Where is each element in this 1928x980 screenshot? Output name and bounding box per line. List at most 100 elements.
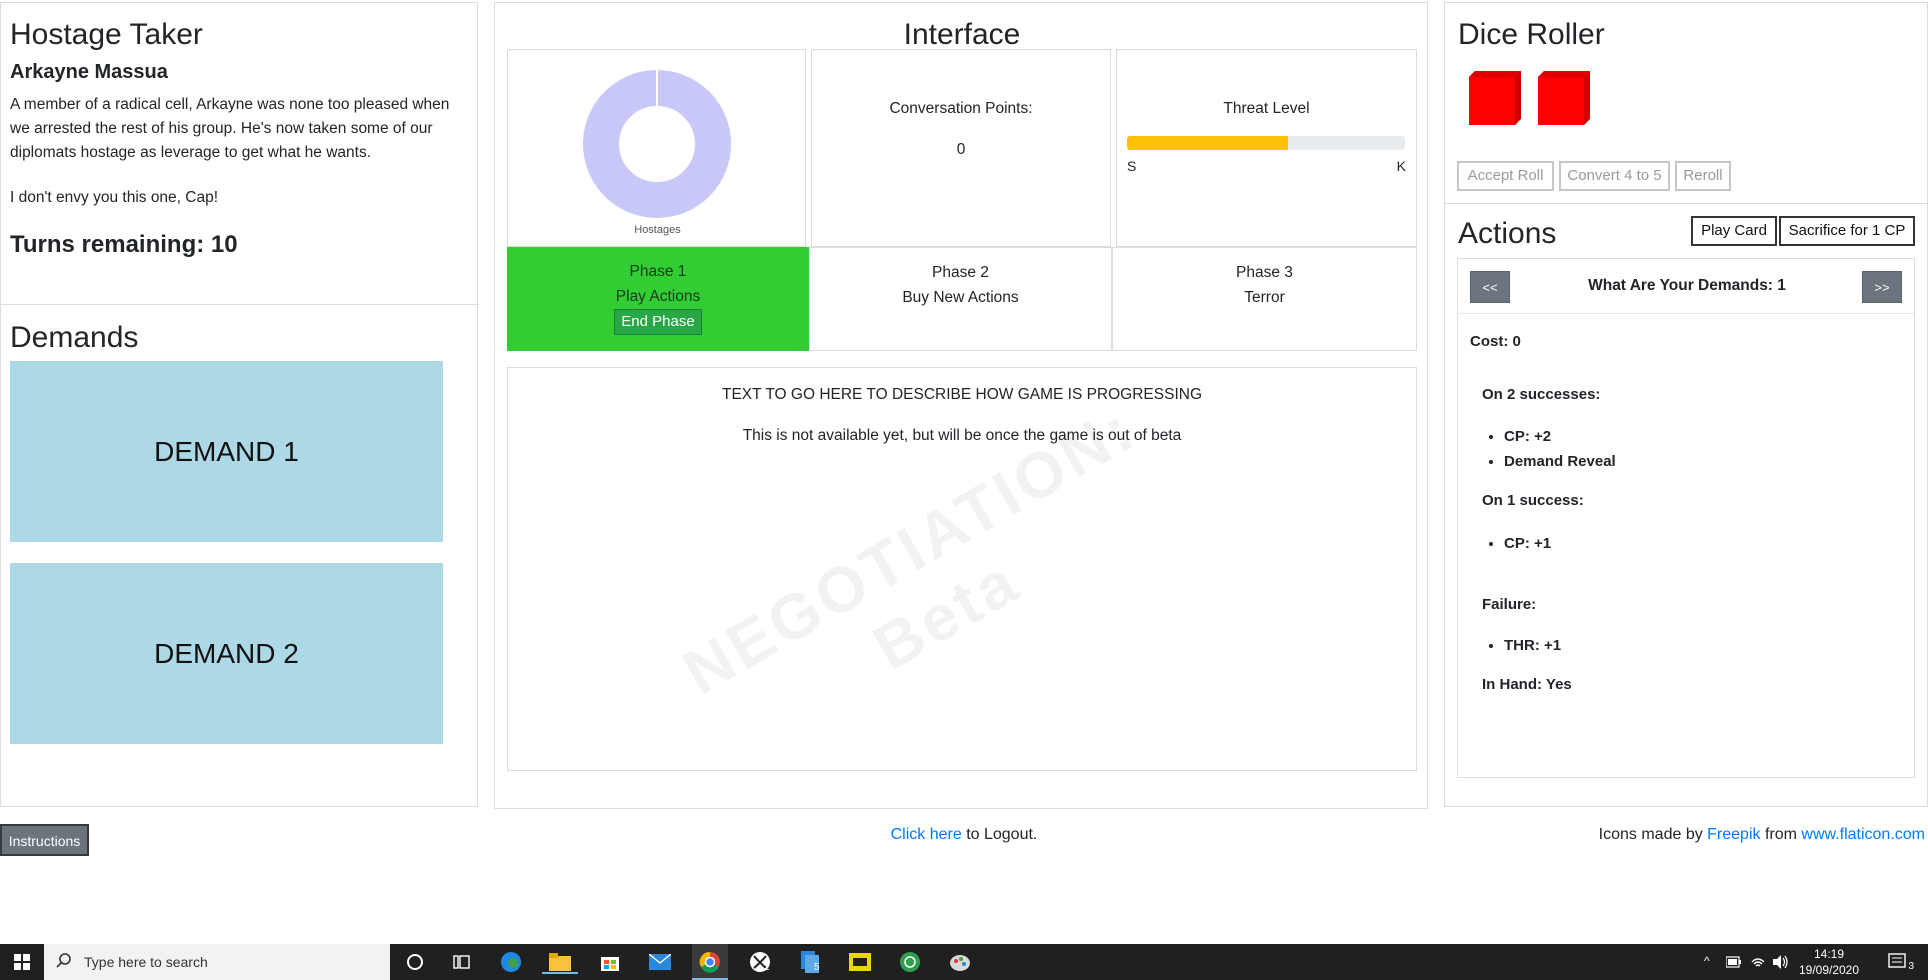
actions-title: Actions — [1458, 217, 1557, 250]
system-tray: ^ 14:19 19/09/2020 3 — [1688, 944, 1928, 980]
edge-browser-icon[interactable] — [499, 950, 523, 974]
credits-mid: from — [1760, 826, 1802, 843]
action-card-header: << What Are Your Demands: 1 >> — [1458, 259, 1914, 314]
accept-roll-button[interactable]: Accept Roll — [1457, 161, 1554, 191]
list-item: CP: +1 — [1504, 531, 1551, 556]
phase-3-name: Phase 3 — [1236, 264, 1293, 281]
action-card: << What Are Your Demands: 1 >> Cost: 0 O… — [1457, 258, 1915, 778]
cortana-icon[interactable] — [403, 950, 427, 974]
threat-max-label: K — [1396, 158, 1406, 174]
game-progress-box: TEXT TO GO HERE TO DESCRIBE HOW GAME IS … — [507, 367, 1417, 771]
notification-count: 3 — [1908, 961, 1914, 972]
list-item: CP: +2 — [1504, 424, 1616, 449]
search-placeholder: Type here to search — [84, 954, 208, 970]
phase-3-cell: Phase 3 Terror — [1112, 247, 1417, 351]
phase-2-cell: Phase 2 Buy New Actions — [809, 247, 1112, 351]
hostages-donut-chart — [583, 70, 731, 218]
paint-icon[interactable] — [948, 950, 972, 974]
conversation-points-cell: Conversation Points: 0 — [811, 49, 1111, 247]
volume-icon[interactable] — [1772, 954, 1790, 970]
phase-1-name: Phase 1 — [629, 263, 687, 280]
threat-level-label: Threat Level — [1223, 100, 1310, 117]
previous-card-button[interactable]: << — [1470, 271, 1510, 303]
phase-3-desc: Terror — [1244, 289, 1285, 306]
freepik-link[interactable]: Freepik — [1707, 826, 1760, 843]
taskbar-search-box[interactable]: Type here to search — [44, 944, 390, 980]
left-divider — [1, 304, 479, 305]
demand-card-2[interactable]: DEMAND 2 — [10, 563, 443, 744]
icon-credits: Icons made by Freepik from www.flaticon.… — [1599, 826, 1925, 844]
red-die-icon — [1538, 71, 1590, 125]
threat-min-label: S — [1127, 158, 1137, 174]
on-1-success-list: CP: +1 — [1482, 531, 1551, 556]
file-explorer-icon[interactable] — [542, 950, 578, 974]
turns-remaining: Turns remaining: 10 — [10, 231, 238, 259]
windows-taskbar: Type here to search 2 5 ^ 14:19 19/09/20… — [0, 944, 1928, 980]
next-card-button[interactable]: >> — [1862, 271, 1902, 303]
hostage-taker-title: Hostage Taker — [10, 18, 203, 51]
demand-card-1[interactable]: DEMAND 1 — [10, 361, 443, 542]
hostages-cell: Hostages — [507, 49, 806, 247]
hostages-label: Hostages — [634, 224, 681, 236]
list-item: Demand Reveal — [1504, 449, 1616, 474]
hostage-quote: I don't envy you this one, Cap! — [10, 189, 219, 206]
game-progress-heading: TEXT TO GO HERE TO DESCRIBE HOW GAME IS … — [721, 386, 1202, 403]
task-view-icon[interactable] — [450, 950, 474, 974]
store-icon[interactable] — [598, 950, 622, 974]
threat-level-cell: Threat Level S K — [1116, 49, 1417, 247]
credits-prefix: Icons made by — [1598, 826, 1708, 843]
failure-label: Failure: — [1482, 596, 1537, 613]
convert-4-to-5-button[interactable]: Convert 4 to 5 — [1559, 161, 1670, 191]
list-item: THR: +1 — [1504, 633, 1561, 658]
demands-title: Demands — [10, 321, 139, 354]
threat-level-bar — [1127, 136, 1405, 150]
wifi-icon[interactable] — [1750, 954, 1766, 970]
dice-roller-title: Dice Roller — [1458, 18, 1605, 51]
xbox-badge: 2 — [764, 962, 770, 973]
flaticon-link[interactable]: www.flaticon.com — [1801, 826, 1925, 843]
notifications-icon[interactable] — [1888, 953, 1908, 971]
play-card-button[interactable]: Play Card — [1691, 216, 1777, 246]
game-progress-note: This is not available yet, but will be o… — [742, 427, 1182, 444]
phase-2-desc: Buy New Actions — [902, 289, 1019, 306]
clock-time[interactable]: 14:19 — [1794, 947, 1864, 961]
logout-text: to Logout. — [961, 826, 1038, 843]
failure-list: THR: +1 — [1482, 633, 1561, 658]
turns-remaining-value: 10 — [210, 231, 238, 258]
phase-2-name: Phase 2 — [932, 264, 989, 281]
phase-1-cell: Phase 1 Play Actions End Phase — [507, 247, 809, 351]
app-green-globe-icon[interactable] — [898, 950, 922, 974]
chrome-icon[interactable] — [692, 944, 728, 980]
reroll-button[interactable]: Reroll — [1675, 161, 1731, 191]
action-cost: Cost: 0 — [1470, 333, 1521, 350]
on-2-successes-label: On 2 successes: — [1482, 386, 1601, 403]
threat-level-fill — [1127, 136, 1289, 150]
app-yellow-icon[interactable] — [848, 950, 872, 974]
on-1-success-label: On 1 success: — [1482, 492, 1584, 509]
phase-1-desc: Play Actions — [615, 288, 701, 305]
in-hand-status: In Hand: Yes — [1482, 676, 1572, 693]
conversation-points-label: Conversation Points: — [889, 100, 1033, 117]
chevron-up-icon[interactable]: ^ — [1704, 954, 1710, 968]
end-phase-button[interactable]: End Phase — [614, 309, 702, 335]
windows-start-icon[interactable] — [0, 944, 44, 980]
explorer-running-indicator — [542, 972, 578, 974]
battery-icon[interactable] — [1726, 956, 1742, 968]
hostage-description: A member of a radical cell, Arkayne was … — [10, 96, 450, 161]
clock-date[interactable]: 19/09/2020 — [1794, 963, 1864, 977]
logout-link[interactable]: Click here — [891, 826, 962, 843]
dice-actions-panel: Dice Roller Accept Roll Convert 4 to 5 R… — [1444, 2, 1928, 807]
red-die-icon — [1469, 71, 1521, 125]
sacrifice-for-cp-button[interactable]: Sacrifice for 1 CP — [1779, 216, 1915, 246]
mail-icon[interactable] — [648, 950, 672, 974]
xbox-icon[interactable]: 2 — [748, 950, 772, 974]
on-2-successes-list: CP: +2 Demand Reveal — [1482, 424, 1616, 474]
hostage-name: Arkayne Massua — [10, 61, 168, 83]
action-card-title: What Are Your Demands: 1 — [1588, 277, 1786, 294]
interface-title: Interface — [903, 18, 1021, 51]
search-icon — [56, 953, 71, 968]
files-badge: 5 — [814, 962, 820, 973]
hostage-panel: Hostage Taker Arkayne Massua A member of… — [0, 2, 479, 807]
conversation-points-value: 0 — [956, 141, 966, 158]
files-icon[interactable]: 5 — [798, 950, 822, 974]
